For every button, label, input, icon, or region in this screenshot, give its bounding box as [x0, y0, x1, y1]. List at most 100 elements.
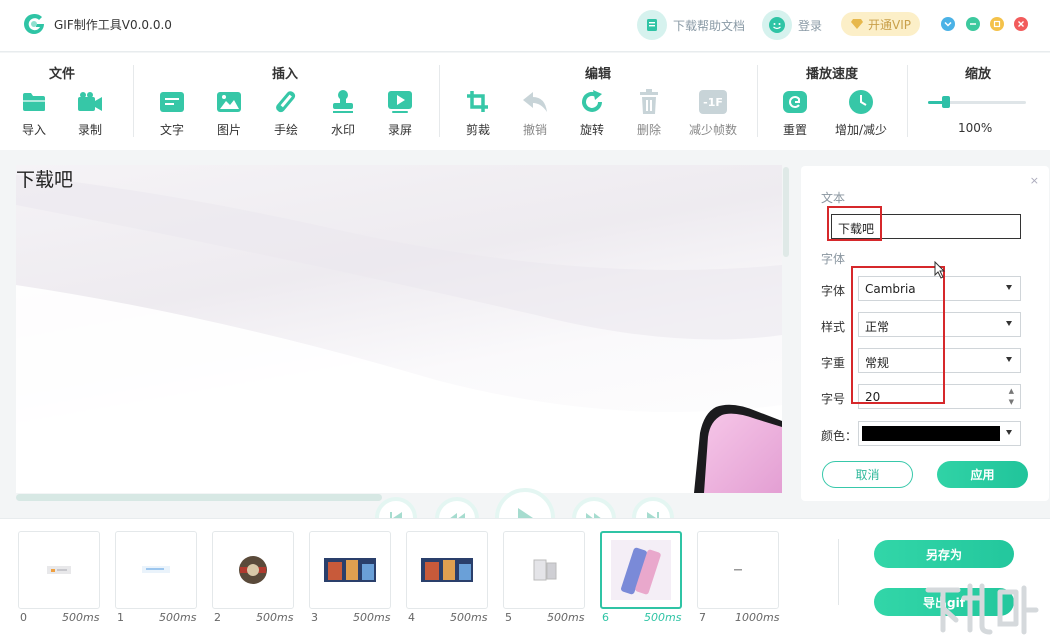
insert-text-label: 文字	[159, 123, 184, 137]
watermark-button[interactable]: 水印	[323, 87, 363, 138]
font-family-label: 字体	[821, 284, 846, 298]
apply-button[interactable]: 应用	[937, 461, 1028, 488]
toolbar-divider	[907, 65, 908, 137]
cancel-button[interactable]: 取消	[822, 461, 913, 488]
frame-preview-image	[126, 550, 186, 593]
canvas-vertical-scrollbar[interactable]	[783, 167, 789, 257]
draw-label: 手绘	[273, 123, 298, 137]
image-icon	[209, 87, 249, 117]
minus-icon	[970, 23, 976, 25]
frame-duration[interactable]: 500ms	[450, 611, 487, 624]
minimize-button[interactable]	[941, 17, 955, 31]
reduce-frames-button[interactable]: -1F 减少帧数	[686, 87, 740, 138]
reduce-frames-label: 减少帧数	[688, 123, 737, 137]
frame-duration[interactable]: 500ms	[159, 611, 196, 624]
frame-duration[interactable]: 500ms	[353, 611, 390, 624]
frame-preview-image	[708, 550, 768, 593]
insert-image-button[interactable]: 图片	[209, 87, 249, 138]
frame-thumbnail[interactable]	[212, 531, 294, 609]
watermark-logo-icon	[925, 583, 1039, 635]
user-avatar-icon	[762, 10, 792, 40]
folder-icon	[14, 87, 54, 117]
zoom-slider-handle[interactable]	[942, 96, 950, 108]
rotate-label: 旋转	[579, 123, 604, 137]
frame-thumbnail[interactable]	[697, 531, 779, 609]
color-label: 颜色：	[821, 429, 858, 443]
group-title-insert: 插入	[271, 67, 298, 82]
reduce-frames-icon: -1F	[686, 87, 740, 117]
frame-index: 6	[602, 611, 609, 624]
import-button[interactable]: 导入	[14, 87, 54, 138]
group-title-file: 文件	[48, 67, 75, 82]
play-screen-icon	[380, 87, 420, 117]
highlight-annotation	[827, 206, 882, 241]
dropdown-arrow-icon	[1006, 321, 1012, 326]
reset-speed-button[interactable]: 重置	[775, 87, 815, 138]
video-camera-icon	[70, 87, 110, 117]
delete-label: 删除	[636, 123, 661, 137]
minus-one-frame-badge: -1F	[699, 90, 727, 114]
vip-button[interactable]: 开通VIP	[841, 12, 920, 36]
stepper-down-icon[interactable]: ▼	[1009, 398, 1014, 406]
maximize-button[interactable]	[990, 17, 1004, 31]
crop-button[interactable]: 剪裁	[458, 87, 498, 138]
frame-preview-image	[417, 550, 477, 593]
chevron-down-icon	[944, 21, 952, 27]
frame-thumbnail[interactable]	[600, 531, 682, 609]
vip-label: 开通VIP	[868, 17, 911, 32]
mouse-cursor-icon	[934, 261, 946, 279]
restore-button[interactable]	[966, 17, 980, 31]
frame-duration[interactable]: 500ms	[62, 611, 99, 624]
undo-button[interactable]: 撤销	[515, 87, 555, 138]
frame-preview-image	[320, 550, 380, 593]
frames-strip: 0 500ms 1 500ms 2 500ms 3 500ms 4 500ms 5 500ms 6 500…	[0, 518, 1050, 638]
frame-duration[interactable]: 1000ms	[735, 611, 779, 624]
color-picker[interactable]	[858, 421, 1021, 446]
frame-thumbnail[interactable]	[18, 531, 100, 609]
preview-canvas[interactable]: 下载吧	[16, 165, 782, 493]
panel-close-icon[interactable]: ×	[1030, 174, 1039, 187]
draw-button[interactable]: 手绘	[266, 87, 306, 138]
frame-thumbnail[interactable]	[406, 531, 488, 609]
frame-preview-image	[223, 550, 283, 593]
help-docs-label: 下载帮助文档	[673, 18, 746, 33]
canvas-overlay-text[interactable]: 下载吧	[16, 165, 73, 192]
font-section-title: 字体	[821, 252, 846, 266]
square-icon	[993, 20, 1001, 28]
undo-label: 撤销	[522, 123, 547, 137]
close-button[interactable]	[1014, 17, 1028, 31]
dropdown-arrow-icon	[1006, 430, 1012, 435]
watermark-label: 水印	[330, 123, 355, 137]
font-size-label: 字号	[821, 392, 846, 406]
frame-thumbnail[interactable]	[309, 531, 391, 609]
delete-button[interactable]: 删除	[629, 87, 669, 138]
frame-preview-image	[29, 550, 89, 593]
stepper-up-icon[interactable]: ▲	[1009, 387, 1014, 395]
frame-image	[16, 175, 782, 493]
undo-icon	[515, 87, 555, 117]
screen-record-button[interactable]: 录屏	[380, 87, 420, 138]
frame-thumbnail[interactable]	[503, 531, 585, 609]
toolbar-divider	[757, 65, 758, 137]
frame-thumbnail[interactable]	[115, 531, 197, 609]
login-link[interactable]: 登录	[762, 10, 822, 40]
help-docs-link[interactable]: 下载帮助文档	[637, 10, 745, 40]
color-swatch	[862, 426, 1000, 441]
dropdown-arrow-icon	[1006, 357, 1012, 362]
frame-duration[interactable]: 500ms	[256, 611, 293, 624]
frame-duration[interactable]: 500ms	[644, 611, 681, 624]
save-as-button[interactable]: 另存为	[874, 540, 1014, 568]
insert-text-button[interactable]: 文字	[152, 87, 192, 138]
group-title-edit: 编辑	[584, 67, 611, 82]
reset-icon	[775, 87, 815, 117]
app-logo-icon	[24, 13, 44, 35]
rotate-button[interactable]: 旋转	[572, 87, 612, 138]
clock-icon	[833, 87, 889, 117]
frame-duration[interactable]: 500ms	[547, 611, 584, 624]
crop-label: 剪裁	[465, 123, 490, 137]
canvas-horizontal-scrollbar[interactable]	[16, 494, 382, 501]
record-button[interactable]: 录制	[70, 87, 110, 138]
speed-adjust-button[interactable]: 增加/减少	[833, 87, 889, 138]
frame-index: 0	[20, 611, 27, 624]
login-label: 登录	[798, 18, 823, 33]
